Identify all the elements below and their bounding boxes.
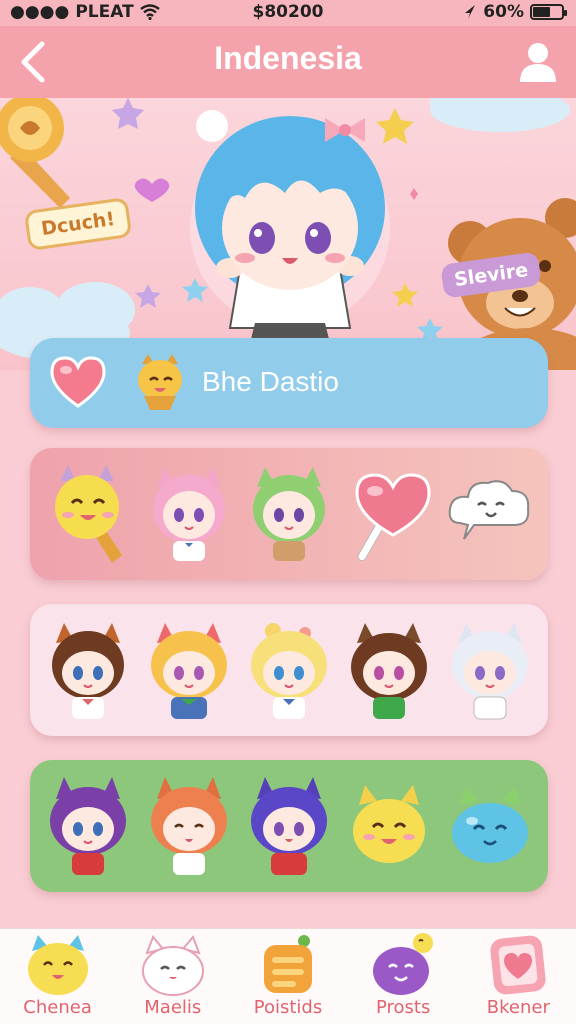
yellow-cat-sticker[interactable] [343,771,435,881]
chibi-girl-character [190,110,390,368]
blonde-twintail-girl-sticker[interactable] [243,615,335,725]
purple-cat-girl-sticker[interactable] [42,771,134,881]
cloud-icon [430,98,570,132]
blue-slime-sticker[interactable] [444,771,536,881]
sticker-pack-row [30,448,548,580]
tab-prosts[interactable]: Prosts [346,929,461,1024]
battery-icon [530,4,567,20]
purple-blob-icon [373,933,434,995]
user-profile-icon[interactable] [518,40,558,84]
page-title: Indenesia [214,40,362,76]
pink-hair-girl-sticker[interactable] [143,459,235,569]
candy-wand-icon [0,98,70,208]
blue-hair-girl-sticker[interactable] [243,771,335,881]
blonde-cat-girl-sticker[interactable] [143,615,235,725]
pink-heart-icon [490,935,546,995]
orange-box-icon [263,935,312,993]
brown-hair-girl-sticker[interactable] [42,615,134,725]
brown-curly-girl-sticker[interactable] [343,615,435,725]
location-arrow-icon [465,5,476,19]
bottom-tab-bar: Chenea Maelis Poistids Prosts Bkener [0,928,576,1024]
yellow-cat-lollipop-sticker[interactable] [42,459,134,569]
tab-label: Maelis [144,997,202,1018]
tab-label: Prosts [375,997,431,1018]
nav-bar: Indenesia [0,26,576,98]
featured-pack-bar[interactable]: Bhe Dastio [30,338,548,428]
green-hair-girl-sticker[interactable] [243,459,335,569]
heart-icon [134,178,170,202]
tab-chenea[interactable]: Chenea [0,929,115,1024]
tab-poistids[interactable]: Poistids [230,929,345,1024]
white-cat-icon [141,935,204,996]
cloud-smile-sticker[interactable] [444,459,536,569]
orange-hair-girl-sticker[interactable] [143,771,235,881]
status-bar: ●●●● PLEAT $80200 60% [0,0,576,26]
tab-bkener[interactable]: Bkener [461,929,576,1024]
yellow-cat-icon [27,935,88,995]
featured-pack-title: Bhe Dastio [202,366,339,397]
tab-maelis[interactable]: Maelis [115,929,230,1024]
star-icon [182,278,208,302]
silver-hair-girl-sticker[interactable] [444,615,536,725]
yellow-cat-mascot-icon [138,354,182,410]
sticker-pack-row [30,760,548,892]
tab-label: Poistids [253,997,323,1018]
star-icon [112,98,144,129]
tab-label: Bkener [486,997,550,1018]
tab-label: Chenea [23,997,92,1018]
heart-lollipop-sticker[interactable] [343,459,435,569]
battery-percent: 60% [483,2,524,22]
heart-icon [50,356,106,408]
star-icon [135,284,161,308]
star-icon [392,283,418,307]
sticker-pack-row [30,604,548,736]
hero-banner: Dcuch! Slevire [0,98,576,370]
star-icon [376,108,414,144]
